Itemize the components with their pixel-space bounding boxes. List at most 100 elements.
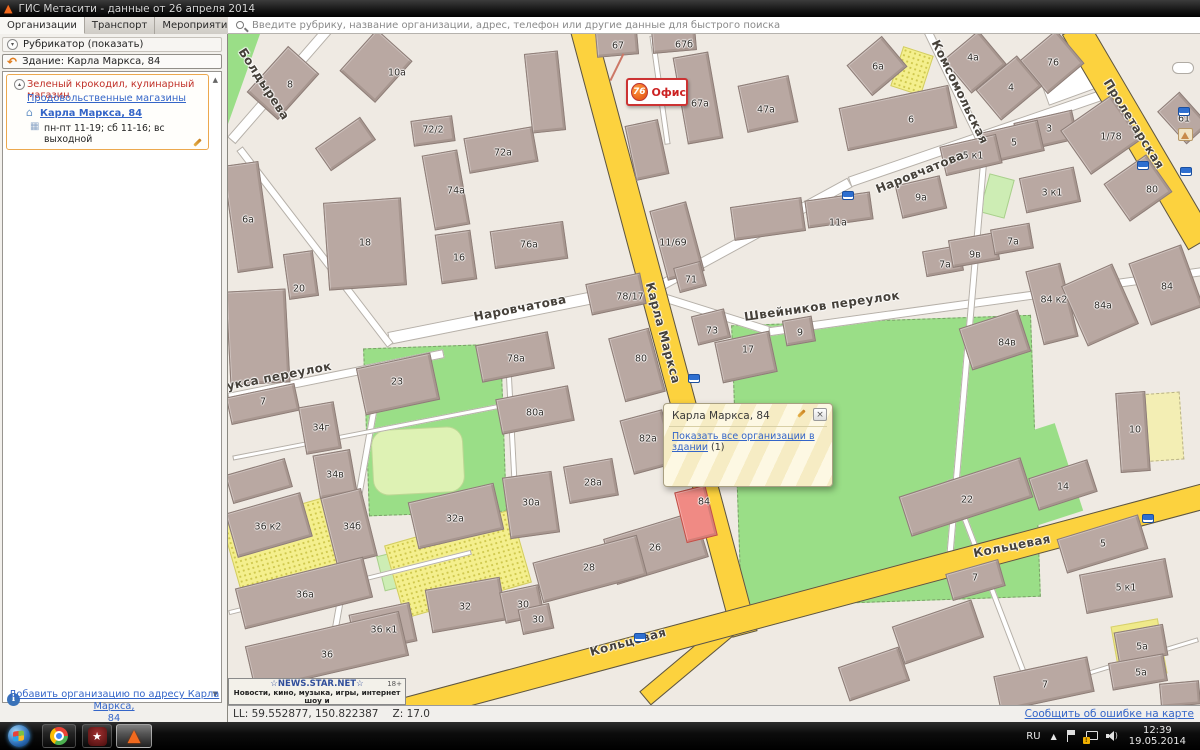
building-number-label: 6 bbox=[908, 115, 914, 126]
collapse-icon[interactable]: ▴ bbox=[14, 79, 25, 90]
building-breadcrumb[interactable]: ↶ Здание: Карла Маркса, 84 bbox=[2, 54, 222, 69]
taskbar-clock[interactable]: 12:39 19.05.2014 bbox=[1129, 725, 1186, 747]
building-number-label: 3 к1 bbox=[1042, 188, 1063, 199]
back-arrow-icon[interactable]: ↶ bbox=[7, 57, 17, 67]
zoom-level: Z: 17.0 bbox=[393, 708, 430, 720]
search-icon bbox=[236, 21, 244, 29]
building-number-label: 7а bbox=[939, 260, 951, 271]
map-popup[interactable]: Карла Маркса, 84 × Показать все организа… bbox=[663, 403, 833, 487]
map-placemark bbox=[1172, 62, 1194, 74]
building-number-label: 5а bbox=[1135, 668, 1147, 679]
map-building[interactable] bbox=[524, 50, 566, 133]
building-number-label: 30а bbox=[522, 498, 540, 509]
landmark-icon[interactable] bbox=[1178, 128, 1193, 141]
map-building[interactable] bbox=[892, 599, 984, 664]
building-number-label: 80 bbox=[635, 354, 647, 365]
building-number-label: 30 bbox=[517, 600, 529, 611]
building-number-label: 78а bbox=[507, 354, 525, 365]
building-number-label: 84 bbox=[698, 497, 710, 508]
bus-stop-icon[interactable] bbox=[688, 374, 700, 383]
organization-card[interactable]: ▴ Зеленый крокодил, кулинарный магазин П… bbox=[6, 74, 209, 150]
organization-list: ▴ Зеленый крокодил, кулинарный магазин П… bbox=[2, 71, 222, 703]
map-layers: 810а6767б67а47а72а74а72/26а18201676а6а4а… bbox=[228, 34, 1200, 705]
building-number-label: 67 bbox=[612, 41, 624, 52]
building-number-label: 8 bbox=[287, 80, 293, 91]
building-number-label: 80 bbox=[1146, 185, 1158, 196]
organization-hours: пн-пт 11-19; сб 11-16; вс выходной bbox=[44, 123, 208, 145]
building-number-label: 18 bbox=[359, 238, 371, 249]
banner-age-badge: 18+ bbox=[387, 680, 402, 688]
building-number-label: 80а bbox=[526, 408, 544, 419]
building-number-label: 22 bbox=[961, 495, 973, 506]
tab-transport[interactable]: Транспорт bbox=[85, 17, 155, 34]
building-number-label: 9в bbox=[969, 250, 981, 261]
building-number-label: 71 bbox=[685, 275, 697, 286]
ad-banner[interactable]: ☆NEWS.STAR.NET☆ 18+ Новости, кино, музык… bbox=[228, 678, 406, 705]
building-number-label: 72а bbox=[494, 148, 512, 159]
taskbar-star-app-button[interactable]: ★ bbox=[82, 724, 112, 748]
building-number-label: 11/69 bbox=[659, 238, 686, 249]
app-icon: ▲ bbox=[4, 3, 12, 14]
map-building[interactable] bbox=[315, 117, 376, 171]
ad-marker-76-office[interactable]: 76 Офис bbox=[626, 78, 688, 106]
organization-address-link[interactable]: Карла Маркса, 84 bbox=[40, 108, 142, 119]
organization-category-link[interactable]: Продовольственные магазины bbox=[27, 93, 186, 104]
start-button[interactable] bbox=[8, 725, 30, 747]
search-bar[interactable]: Введите рубрику, название организации, а… bbox=[228, 17, 1200, 34]
map-building[interactable] bbox=[1159, 680, 1200, 705]
window-title-bar[interactable]: ▲ ГИС Метасити - данные от 26 апреля 201… bbox=[0, 0, 1200, 17]
building-number-label: 36а bbox=[296, 590, 314, 601]
tab-organizations[interactable]: Организации bbox=[0, 17, 85, 34]
language-indicator[interactable]: RU bbox=[1026, 731, 1040, 742]
action-center-flag-icon[interactable] bbox=[1067, 730, 1076, 742]
park-area bbox=[370, 426, 465, 497]
building-number-label: 5а bbox=[1136, 642, 1148, 653]
hidden-icons-chevron[interactable]: ▲ bbox=[1051, 732, 1057, 741]
popup-close-button[interactable]: × bbox=[813, 408, 827, 421]
report-error-link[interactable]: Сообщить об ошибке на карте bbox=[1025, 708, 1194, 720]
bus-stop-icon[interactable] bbox=[842, 191, 854, 200]
building-number-label: 9а bbox=[915, 193, 927, 204]
building-number-label: 7 bbox=[972, 573, 978, 584]
scroll-up-icon[interactable]: ▲ bbox=[213, 76, 218, 84]
add-organization-link[interactable]: Добавить организацию по адресу Карла Мар… bbox=[0, 689, 228, 725]
popup-organizations-link[interactable]: Показать все организации в здании (1) bbox=[672, 431, 832, 453]
building-number-label: 28а bbox=[584, 478, 602, 489]
building-number-label: 32а bbox=[446, 514, 464, 525]
building-number-label: 84 к2 bbox=[1041, 295, 1068, 306]
rubricator-toggle[interactable]: ▾ Рубрикатор (показать) bbox=[2, 37, 222, 52]
building-number-label: 6а bbox=[872, 62, 884, 73]
building-number-label: 9 bbox=[797, 328, 803, 339]
building-number-label: 7 bbox=[260, 397, 266, 408]
taskbar-gis-app-button[interactable]: ▲ bbox=[116, 724, 152, 748]
desktop: ▲ ГИС Метасити - данные от 26 апреля 201… bbox=[0, 0, 1200, 750]
building-number-label: 5 bbox=[1100, 539, 1106, 550]
popup-edit-pencil-icon[interactable] bbox=[797, 409, 805, 417]
clock-date: 19.05.2014 bbox=[1129, 736, 1186, 747]
bus-stop-icon[interactable] bbox=[1142, 514, 1154, 523]
map-building[interactable] bbox=[839, 85, 958, 151]
map-canvas[interactable]: 810а6767б67а47а72а74а72/26а18201676а6а4а… bbox=[228, 34, 1200, 705]
building-number-label: 76а bbox=[520, 240, 538, 251]
building-number-label: 6а bbox=[242, 215, 254, 226]
popup-divider bbox=[669, 426, 827, 427]
bus-stop-icon[interactable] bbox=[1137, 161, 1149, 170]
bus-stop-icon[interactable] bbox=[1180, 167, 1192, 176]
building-number-label: 36 к1 bbox=[371, 625, 398, 636]
map-building[interactable] bbox=[730, 197, 806, 241]
bus-stop-icon[interactable] bbox=[1178, 107, 1190, 116]
map-building[interactable] bbox=[838, 647, 910, 702]
building-number-label: 5 bbox=[1011, 138, 1017, 149]
taskbar-chrome-button[interactable] bbox=[42, 724, 76, 748]
popup-title: Карла Маркса, 84 bbox=[672, 410, 770, 422]
network-icon[interactable] bbox=[1085, 730, 1097, 742]
building-number-label: 73 bbox=[706, 326, 718, 337]
calendar-icon: ▦ bbox=[30, 121, 39, 132]
building-number-label: 23 bbox=[391, 377, 403, 388]
bus-stop-icon[interactable] bbox=[634, 633, 646, 642]
building-number-label: 84а bbox=[1094, 301, 1112, 312]
building-number-label: 4а bbox=[967, 53, 979, 64]
building-number-label: 76 bbox=[1047, 58, 1059, 69]
building-number-label: 67а bbox=[691, 99, 709, 110]
volume-icon[interactable]: ) bbox=[1106, 730, 1119, 742]
